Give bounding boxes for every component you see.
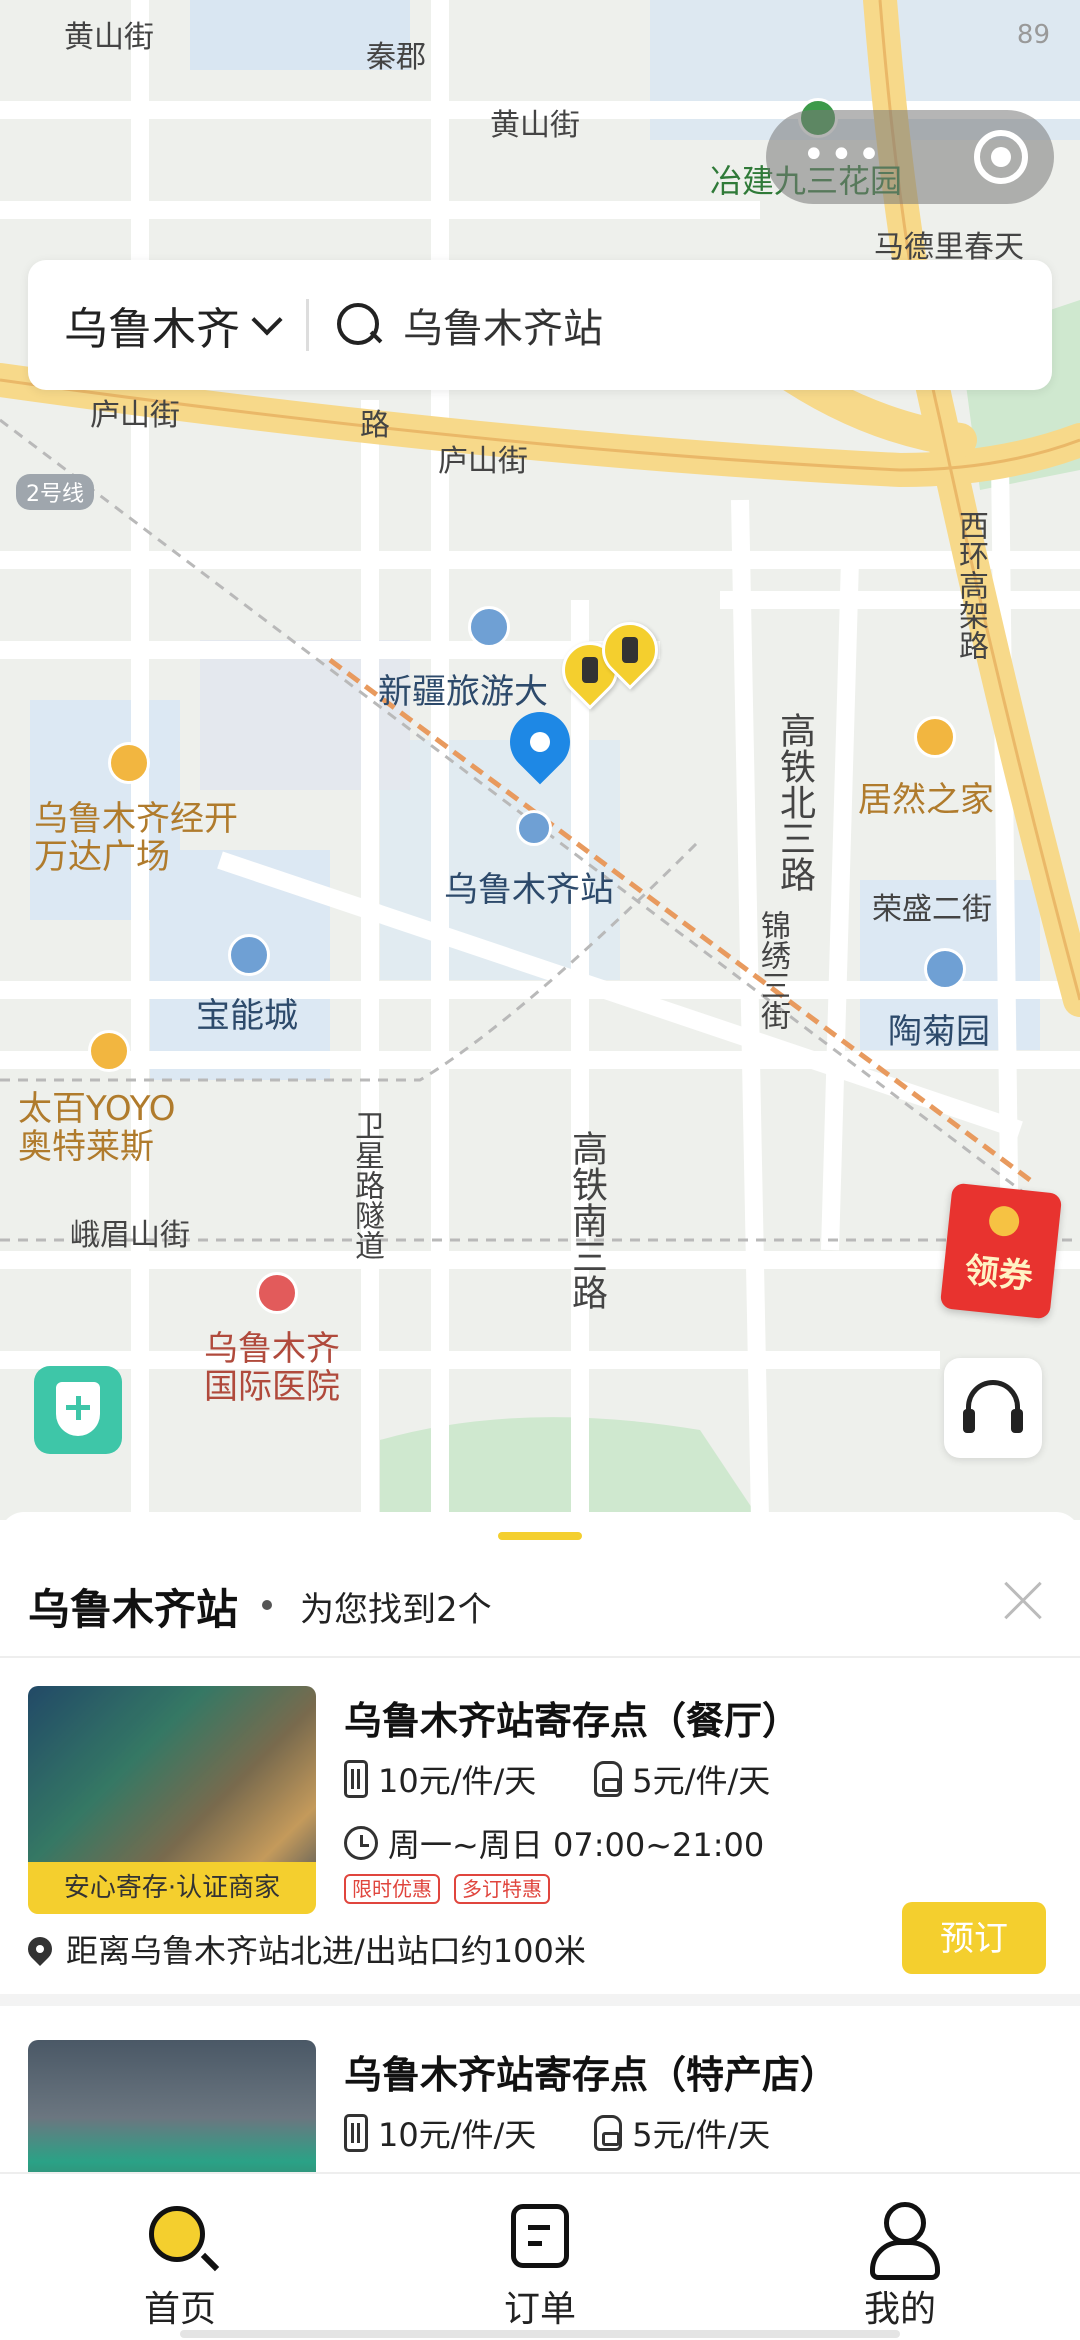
shopping-icon[interactable]: [108, 742, 150, 784]
close-target-icon[interactable]: [974, 130, 1028, 184]
clock-icon: [344, 1826, 378, 1860]
map-label: 乌鲁木齐国际医院: [204, 1329, 340, 1407]
opening-hours: 周一~周日 07:00~21:00: [344, 1820, 764, 1866]
tab-label: 我的: [863, 2289, 936, 2330]
backpack-icon: [594, 2115, 623, 2151]
price-row: 10元/件/天 5元/件/天: [344, 2110, 828, 2156]
sheet-title: 乌鲁木齐站: [28, 1585, 239, 1634]
status-bar: 89: [1017, 20, 1050, 50]
trust-badge: 安心寄存·认证商家: [28, 1862, 316, 1914]
map-label: 黄山街: [490, 108, 580, 143]
book-button[interactable]: 预订: [902, 1902, 1046, 1974]
home-indicator: [180, 2330, 900, 2338]
map-label: 居然之家: [858, 780, 994, 820]
coin-icon: [987, 1204, 1021, 1238]
map-label: 宝能城: [196, 996, 298, 1036]
map-view[interactable]: 黄山街 秦郡 黄山街 冶建九三花园 马德里春天 庐山街 庐山街 2号线 路 新疆…: [0, 0, 1080, 1520]
metro-line-badge: 2号线: [16, 474, 94, 510]
backpack-icon: [594, 1761, 623, 1797]
promo-tag: 多订特惠: [454, 1874, 550, 1904]
map-label: 高铁北三路: [774, 712, 815, 892]
price-small-text: 5元/件/天: [632, 2116, 771, 2154]
search-bar: 乌鲁木齐 乌鲁木齐站: [28, 260, 1052, 390]
store-name[interactable]: 乌鲁木齐站寄存点（特产店）: [344, 2044, 838, 2099]
store-name[interactable]: 乌鲁木齐站寄存点（餐厅）: [344, 1690, 800, 1745]
coupon-label: 领券: [962, 1250, 1035, 1298]
map-label: 西环高架路: [953, 510, 988, 660]
tab-orders[interactable]: 订单: [440, 2202, 640, 2332]
separator-dot: [262, 1600, 272, 1610]
bottom-tab-bar: 首页 订单 我的: [0, 2172, 1080, 2340]
promo-tag: 限时优惠: [344, 1874, 440, 1904]
map-label: 锦绣三街: [755, 910, 790, 1030]
shopping-icon[interactable]: [88, 1030, 130, 1072]
hospital-icon[interactable]: [256, 1272, 298, 1314]
map-label: 庐山街: [438, 444, 528, 479]
customer-service-button[interactable]: [944, 1358, 1042, 1458]
user-icon: [870, 2202, 940, 2280]
shopping-icon[interactable]: [914, 716, 956, 758]
sheet-header: 乌鲁木齐站 为您找到2个: [0, 1552, 1080, 1658]
price-row: 10元/件/天 5元/件/天: [344, 1756, 828, 1802]
tab-home[interactable]: 首页: [80, 2202, 280, 2332]
sheet-drag-handle[interactable]: [498, 1532, 582, 1540]
map-label: 峨眉山街: [70, 1218, 190, 1253]
price-small-text: 5元/件/天: [632, 1762, 771, 1800]
search-input[interactable]: 乌鲁木齐站: [403, 296, 603, 354]
map-label: 太百YOYO奥特莱斯: [18, 1089, 176, 1167]
map-label: 陶菊园: [888, 1012, 990, 1052]
train-station-icon[interactable]: [516, 810, 552, 846]
close-icon[interactable]: [998, 1576, 1048, 1626]
store-thumbnail[interactable]: [28, 2040, 316, 2172]
search-icon: [337, 303, 381, 347]
map-label: 乌鲁木齐站: [444, 870, 614, 910]
building-icon[interactable]: [468, 606, 510, 648]
shield-icon: [56, 1382, 100, 1436]
map-label: 黄山街: [64, 20, 154, 55]
distance-row: 距离乌鲁木齐站北进/出站口约100米: [23, 1926, 586, 1972]
order-icon: [511, 2204, 569, 2268]
tab-label: 订单: [503, 2289, 576, 2330]
headset-icon: [963, 1380, 1023, 1433]
battery-level: 89: [1016, 20, 1050, 50]
map-label: 路: [360, 408, 390, 443]
home-poi-icon[interactable]: [924, 948, 966, 990]
divider: [306, 299, 309, 351]
map-label: 卫星路隧道: [349, 1110, 384, 1260]
map-label: 荣盛二街: [872, 892, 992, 927]
more-icon[interactable]: •••: [802, 132, 885, 178]
city-name: 乌鲁木齐: [64, 304, 240, 355]
tab-label: 首页: [143, 2289, 216, 2330]
price-small-luggage: 5元/件/天: [594, 2110, 770, 2156]
coupon-button[interactable]: 领券: [939, 1182, 1063, 1320]
hours-text: 周一~周日 07:00~21:00: [388, 1826, 765, 1864]
map-label: 庐山街: [90, 398, 180, 433]
city-selector[interactable]: 乌鲁木齐: [28, 260, 283, 390]
suitcase-icon: [344, 1760, 368, 1798]
result-count: 为您找到2个: [300, 1590, 492, 1630]
price-large-text: 10元/件/天: [378, 1762, 537, 1800]
result-card[interactable]: 乌鲁木齐站寄存点（特产店） 10元/件/天 5元/件/天: [0, 2012, 1080, 2172]
price-small-luggage: 5元/件/天: [594, 1756, 770, 1802]
promo-tags: 限时优惠 多订特惠: [344, 1874, 564, 1904]
price-large-luggage: 10元/件/天: [344, 2110, 536, 2156]
map-label: 高铁南三路: [566, 1130, 607, 1310]
price-large-luggage: 10元/件/天: [344, 1756, 536, 1802]
map-label: 新疆旅游大: [378, 672, 548, 712]
map-label: 乌鲁木齐经开万达广场: [34, 799, 238, 877]
map-label: 秦郡: [366, 40, 426, 75]
chevron-down-icon: [251, 304, 283, 336]
suitcase-icon: [344, 2114, 368, 2152]
safety-shield-button[interactable]: [34, 1366, 122, 1454]
home-poi-icon[interactable]: [228, 934, 270, 976]
price-large-text: 10元/件/天: [378, 2116, 537, 2154]
results-sheet: 乌鲁木齐站 为您找到2个 安心寄存·认证商家 乌鲁木齐站寄存点（餐厅） 10元/…: [0, 1512, 1080, 2172]
search-home-icon: [149, 2206, 205, 2262]
result-card[interactable]: 安心寄存·认证商家 乌鲁木齐站寄存点（餐厅） 10元/件/天 5元/件/天 周一…: [0, 1658, 1080, 2006]
mini-program-capsule[interactable]: •••: [766, 110, 1054, 204]
distance-text: 距离乌鲁木齐站北进/出站口约100米: [66, 1932, 586, 1970]
location-icon: [23, 1932, 57, 1966]
tab-mine[interactable]: 我的: [800, 2202, 1000, 2332]
